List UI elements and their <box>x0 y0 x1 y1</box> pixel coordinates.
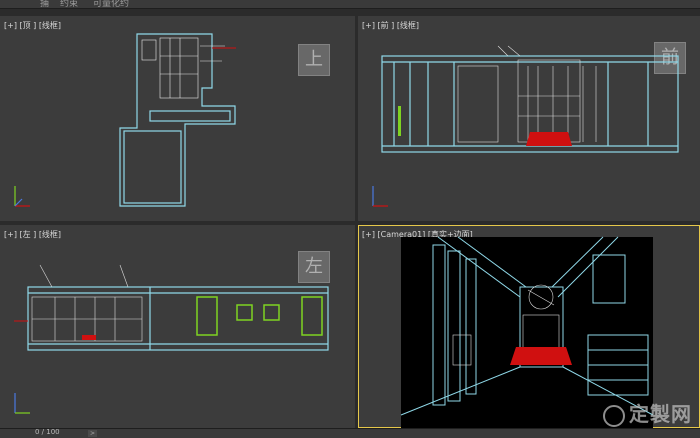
viewport-left[interactable]: [+] [左 ] [线框] 左 <box>0 225 355 428</box>
top-plan-drawing <box>14 33 236 207</box>
menu-item[interactable]: 约束 <box>60 0 78 9</box>
logo-icon <box>603 404 625 427</box>
menu-item[interactable]: 捕 <box>40 0 49 9</box>
watermark-text: 定製网 <box>629 402 692 426</box>
watermark-logo: 定製网 <box>603 398 692 427</box>
frame-counter: 0 / 100 <box>35 428 60 436</box>
front-elevation-drawing <box>372 45 679 207</box>
timeline-next-button[interactable]: > <box>88 430 97 437</box>
viewport-top[interactable]: [+] [顶 ] [线框] 上 <box>0 16 355 221</box>
menu-item[interactable]: 可量化约 <box>93 0 129 9</box>
menu-strip: 捕 约束 可量化约 <box>0 0 700 9</box>
left-elevation-drawing <box>14 264 329 414</box>
viewport-front[interactable]: [+] [前 ] [线框] 前 <box>358 16 700 221</box>
